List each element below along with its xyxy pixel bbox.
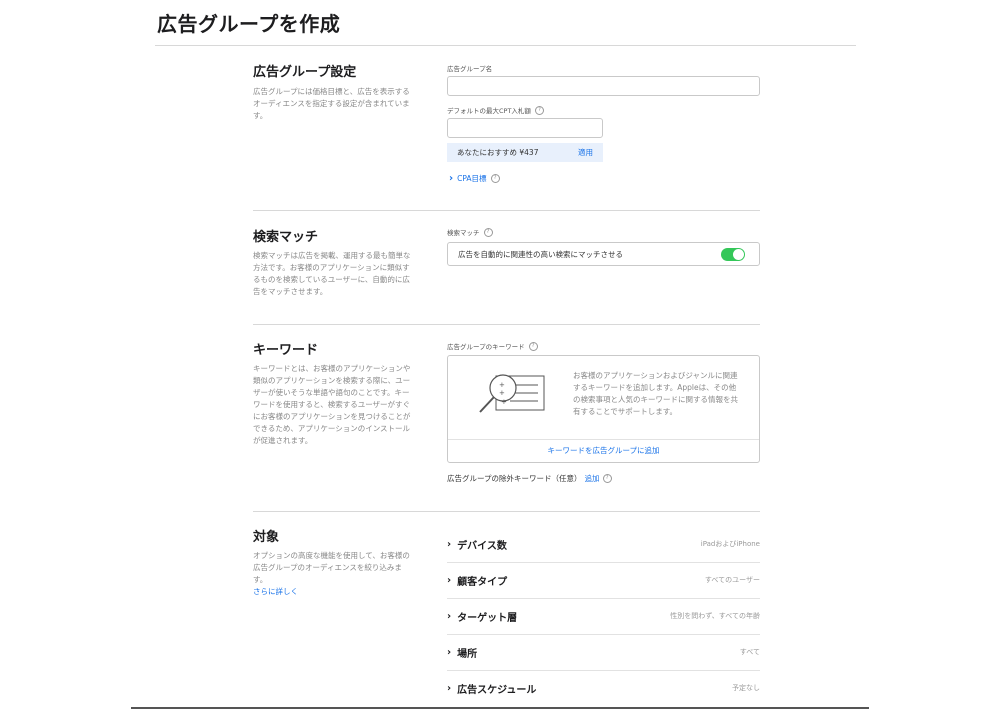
help-icon[interactable]: ?	[602, 474, 612, 483]
row-value: 性別を問わず、すべての年齢	[670, 612, 760, 620]
divider	[253, 324, 760, 325]
keyword-search-illustration-icon: + + +	[479, 374, 545, 413]
search-match-description: 検索マッチは広告を掲載、運用する最も簡単な方法です。お客様のアプリケーションに類…	[253, 251, 411, 296]
row-value: すべて	[739, 648, 760, 656]
row-label: デバイス数	[457, 540, 507, 552]
divider	[448, 439, 759, 440]
apply-link[interactable]: 適用	[578, 147, 593, 158]
chevron-right-icon: ›	[447, 610, 452, 622]
ad-group-name-input[interactable]	[447, 76, 760, 96]
cpt-input[interactable]	[447, 118, 603, 138]
page-title: 広告グループを作成	[157, 12, 341, 36]
row-value: すべてのユーザー	[704, 576, 760, 584]
divider	[253, 511, 760, 512]
audience-row-schedule[interactable]: › 広告スケジュール 予定なし	[447, 670, 760, 706]
help-icon[interactable]: ?	[483, 227, 493, 237]
audience-row-customer-type[interactable]: › 顧客タイプ すべてのユーザー	[447, 562, 760, 598]
row-label: 広告スケジュール	[457, 684, 537, 696]
settings-description: 広告グループには価格目標と、広告を表示するオーディエンスを指定する設定が含まれて…	[253, 87, 410, 120]
search-match-row: 広告を自動的に関連性の高い検索にマッチさせる	[447, 242, 760, 266]
search-match-toggle[interactable]	[721, 247, 745, 261]
keywords-box: + + + お客様のアプリケーションおよびジャンルに関連するキーワードを追加しま…	[447, 355, 760, 463]
audience-row-location[interactable]: › 場所 すべて	[447, 634, 760, 670]
divider	[155, 45, 856, 46]
search-match-text: 広告を自動的に関連性の高い検索にマッチさせる	[458, 249, 623, 259]
row-value: iPadおよびiPhone	[700, 540, 760, 548]
chevron-right-icon: ›	[447, 574, 452, 586]
audience-row-demographics[interactable]: › ターゲット層 性別を問わず、すべての年齢	[447, 598, 760, 634]
settings-title: 広告グループ設定	[253, 65, 357, 80]
negative-keywords-row: 広告グループの除外キーワード（任意） 追加 ?	[447, 473, 612, 484]
row-value: 予定なし	[732, 684, 760, 692]
svg-text:+: +	[499, 381, 505, 389]
search-match-title: 検索マッチ	[253, 230, 319, 245]
cpa-goal-label: CPA目標	[457, 174, 487, 183]
negative-keywords-label: 広告グループの除外キーワード（任意）	[447, 474, 582, 483]
divider	[253, 210, 760, 211]
cpt-label: デフォルトの最大CPT入札額 ?	[447, 105, 544, 115]
ad-group-name-label: 広告グループ名	[447, 65, 493, 73]
search-match-label: 検索マッチ ?	[447, 227, 493, 237]
learn-more-link[interactable]: さらに詳しく	[253, 587, 298, 596]
cpa-goal-toggle[interactable]: › CPA目標 ?	[449, 173, 500, 184]
keywords-description: キーワードとは、お客様のアプリケーションや類似のアプリケーションを検索する際に、…	[253, 364, 411, 445]
suggestion-text: あなたにおすすめ ¥437	[457, 148, 539, 157]
row-label: 顧客タイプ	[457, 576, 508, 588]
svg-text:+: +	[501, 398, 507, 406]
cpt-suggestion: あなたにおすすめ ¥437 適用	[447, 143, 603, 162]
add-negative-keywords-link[interactable]: 追加	[585, 473, 600, 484]
chevron-right-icon: ›	[447, 646, 452, 658]
help-icon[interactable]: ?	[528, 341, 538, 351]
keywords-label: 広告グループのキーワード ?	[447, 341, 538, 351]
audience-row-devices[interactable]: › デバイス数 iPadおよびiPhone	[447, 526, 760, 562]
audience-description: オプションの高度な機能を使用して、お客様の広告グループのオーディエンスを絞り込み…	[253, 551, 410, 596]
keywords-box-text: お客様のアプリケーションおよびジャンルに関連するキーワードを追加します。Appl…	[573, 371, 738, 416]
help-icon[interactable]: ?	[490, 174, 500, 183]
divider	[131, 707, 869, 709]
row-label: 場所	[457, 648, 478, 660]
add-keywords-link[interactable]: キーワードを広告グループに追加	[448, 445, 759, 456]
svg-text:+: +	[499, 389, 505, 397]
chevron-right-icon: ›	[447, 682, 452, 694]
row-label: ターゲット層	[457, 612, 518, 624]
audience-title: 対象	[253, 530, 280, 545]
chevron-right-icon: ›	[447, 538, 452, 550]
help-icon[interactable]: ?	[534, 105, 544, 115]
chevron-right-icon: ›	[449, 173, 454, 184]
keywords-title: キーワード	[253, 343, 319, 358]
